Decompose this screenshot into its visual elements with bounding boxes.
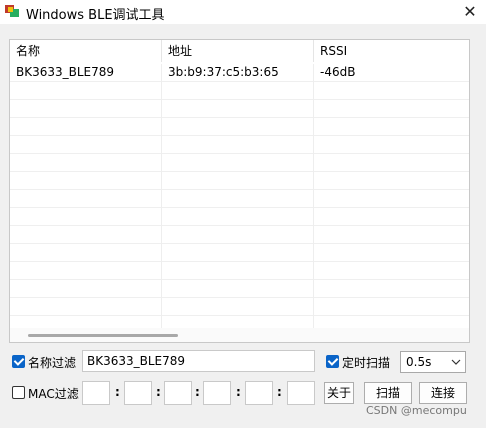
empty-cell bbox=[314, 100, 469, 118]
empty-cell bbox=[162, 226, 314, 244]
close-button[interactable]: ✕ bbox=[454, 0, 486, 24]
window-title: Windows BLE调试工具 bbox=[26, 8, 165, 23]
check-icon bbox=[327, 355, 339, 366]
device-name-cell: BK3633_BLE789 bbox=[10, 64, 162, 82]
mac-filter-checkbox[interactable] bbox=[12, 386, 25, 399]
empty-cell bbox=[314, 208, 469, 226]
empty-cell bbox=[162, 172, 314, 190]
scan-interval-select[interactable]: 0.5s bbox=[400, 351, 466, 373]
device-address-cell: 3b:b9:37:c5:b3:65 bbox=[162, 64, 314, 82]
empty-cell bbox=[10, 172, 162, 190]
empty-cell bbox=[10, 262, 162, 280]
mac-octet-input-5[interactable] bbox=[245, 381, 273, 405]
app-icon bbox=[5, 5, 19, 17]
name-filter-label: 名称过滤 bbox=[28, 356, 77, 370]
empty-row bbox=[10, 226, 469, 244]
connect-button[interactable]: 连接 bbox=[419, 382, 467, 404]
empty-cell bbox=[10, 280, 162, 298]
empty-cell bbox=[314, 82, 469, 100]
mac-separator: : bbox=[277, 385, 282, 399]
empty-row bbox=[10, 298, 469, 316]
column-header-rssi[interactable]: RSSI bbox=[314, 40, 469, 62]
empty-cell bbox=[314, 280, 469, 298]
empty-cell bbox=[10, 118, 162, 136]
empty-row bbox=[10, 154, 469, 172]
mac-separator: : bbox=[195, 385, 200, 399]
empty-row bbox=[10, 244, 469, 262]
empty-cell bbox=[162, 100, 314, 118]
mac-octet-input-3[interactable] bbox=[164, 381, 192, 405]
empty-cell bbox=[314, 172, 469, 190]
mac-octet-input-2[interactable] bbox=[124, 381, 152, 405]
mac-separator: : bbox=[236, 385, 241, 399]
empty-cell bbox=[162, 280, 314, 298]
empty-cell bbox=[162, 298, 314, 316]
mac-octet-input-6[interactable] bbox=[287, 381, 315, 405]
device-rssi-cell: -46dB bbox=[320, 65, 356, 79]
timer-scan-checkbox[interactable] bbox=[326, 355, 339, 368]
empty-cell bbox=[10, 190, 162, 208]
empty-cell bbox=[10, 298, 162, 316]
mac-octet-input-1[interactable] bbox=[82, 381, 110, 405]
empty-cell bbox=[314, 226, 469, 244]
horizontal-scrollbar[interactable] bbox=[10, 328, 469, 342]
empty-cell bbox=[314, 244, 469, 262]
device-row[interactable]: BK3633_BLE789 3b:b9:37:c5:b3:65 -46dB bbox=[10, 64, 469, 82]
empty-cell bbox=[10, 208, 162, 226]
empty-row bbox=[10, 82, 469, 100]
title-bar: Windows BLE调试工具 ✕ bbox=[0, 0, 486, 24]
mac-filter-label: MAC过滤 bbox=[28, 387, 79, 401]
empty-row bbox=[10, 172, 469, 190]
empty-cell bbox=[162, 244, 314, 262]
empty-cell bbox=[10, 136, 162, 154]
empty-cell bbox=[314, 262, 469, 280]
chevron-down-icon bbox=[451, 359, 461, 365]
empty-cell bbox=[314, 154, 469, 172]
empty-cell bbox=[314, 118, 469, 136]
scan-button[interactable]: 扫描 bbox=[364, 382, 412, 404]
empty-cell bbox=[314, 136, 469, 154]
empty-cell bbox=[10, 154, 162, 172]
empty-cell bbox=[314, 190, 469, 208]
mac-separator: : bbox=[115, 385, 120, 399]
list-header: 名称 地址 RSSI bbox=[10, 40, 469, 62]
empty-cell bbox=[10, 226, 162, 244]
timer-scan-label: 定时扫描 bbox=[342, 356, 391, 370]
empty-cell bbox=[10, 82, 162, 100]
empty-row bbox=[10, 190, 469, 208]
scan-interval-value: 0.5s bbox=[406, 355, 432, 369]
empty-cell bbox=[162, 136, 314, 154]
mac-octet-input-4[interactable] bbox=[203, 381, 231, 405]
empty-cell bbox=[10, 244, 162, 262]
empty-cell bbox=[10, 100, 162, 118]
empty-cell bbox=[162, 190, 314, 208]
watermark: CSDN @mecompu bbox=[366, 404, 467, 417]
about-button[interactable]: 关于 bbox=[324, 382, 354, 404]
name-filter-input[interactable]: BK3633_BLE789 bbox=[82, 350, 315, 372]
name-filter-checkbox[interactable] bbox=[12, 355, 25, 368]
mac-separator: : bbox=[156, 385, 161, 399]
scrollbar-thumb[interactable] bbox=[28, 334, 178, 337]
check-icon bbox=[13, 355, 25, 366]
empty-row bbox=[10, 136, 469, 154]
empty-row bbox=[10, 280, 469, 298]
column-header-name[interactable]: 名称 bbox=[10, 40, 162, 62]
empty-row bbox=[10, 262, 469, 280]
close-icon: ✕ bbox=[463, 2, 477, 21]
empty-row bbox=[10, 208, 469, 226]
empty-cell bbox=[162, 154, 314, 172]
empty-row bbox=[10, 118, 469, 136]
empty-cell bbox=[314, 298, 469, 316]
empty-cell bbox=[162, 118, 314, 136]
empty-cell bbox=[162, 82, 314, 100]
empty-cell bbox=[162, 262, 314, 280]
empty-cell bbox=[162, 208, 314, 226]
empty-row bbox=[10, 100, 469, 118]
column-header-address[interactable]: 地址 bbox=[162, 40, 314, 62]
device-list[interactable]: 名称 地址 RSSI BK3633_BLE789 3b:b9:37:c5:b3:… bbox=[9, 39, 470, 343]
